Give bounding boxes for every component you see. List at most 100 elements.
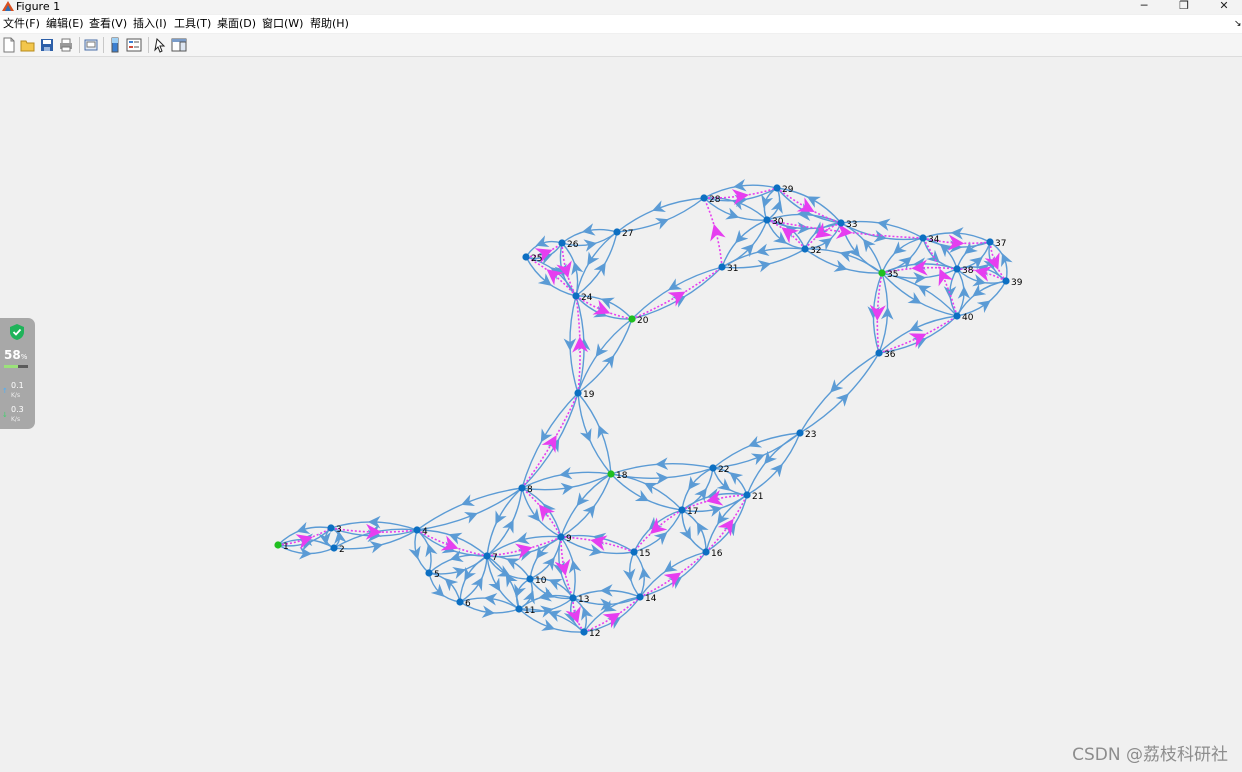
node-label-10: 10 [535, 576, 547, 586]
graph-node-25[interactable] [522, 253, 530, 261]
window-title: Figure 1 [16, 0, 61, 13]
node-label-37: 37 [995, 239, 1006, 249]
graph-node-35[interactable] [878, 269, 886, 277]
edge-31-20 [631, 286, 674, 320]
graph-node-12[interactable] [580, 628, 588, 636]
graph-node-23[interactable] [796, 429, 804, 437]
edge-24-19 [563, 295, 577, 351]
graph-node-40[interactable] [953, 312, 961, 320]
node-label-23: 23 [805, 430, 816, 440]
usage-bar-fill [4, 365, 18, 368]
graph-node-19[interactable] [574, 389, 582, 397]
graph-node-14[interactable] [636, 593, 644, 601]
graph-node-34[interactable] [919, 234, 927, 242]
new-figure-icon[interactable] [1, 37, 17, 53]
edge-13-9 [568, 559, 582, 599]
menu-desktop[interactable]: 桌面(D) [217, 16, 256, 32]
toolbar-separator [79, 37, 80, 53]
graph-node-24[interactable] [572, 292, 580, 300]
graph-node-9[interactable] [557, 533, 565, 541]
property-editor-icon[interactable] [171, 37, 187, 53]
print-preview-icon[interactable] [83, 37, 99, 53]
node-label-34: 34 [928, 235, 940, 245]
edge-16-14 [663, 551, 707, 573]
graph-node-8[interactable] [518, 484, 526, 492]
node-label-40: 40 [962, 313, 974, 323]
legend-icon[interactable] [126, 37, 142, 53]
node-label-32: 32 [810, 246, 821, 256]
graph-node-26[interactable] [558, 239, 566, 247]
edge-9-18 [560, 504, 596, 538]
save-icon[interactable] [39, 37, 55, 53]
matlab-logo-icon [2, 1, 14, 11]
edge-10-7 [506, 558, 531, 580]
minimize-button[interactable]: ─ [1124, 0, 1164, 14]
menu-view[interactable]: 查看(V) [89, 16, 127, 32]
close-button[interactable]: ✕ [1204, 0, 1242, 14]
graph-node-13[interactable] [569, 594, 577, 602]
path-edge-40-34 [938, 268, 958, 317]
menu-edit[interactable]: 编辑(E) [46, 16, 84, 32]
graph-node-22[interactable] [709, 464, 717, 472]
node-label-14: 14 [645, 594, 657, 604]
select-pointer-icon[interactable] [152, 37, 168, 53]
node-label-17: 17 [687, 507, 698, 517]
graph-node-10[interactable] [526, 575, 534, 583]
graph-node-3[interactable] [327, 524, 335, 532]
graph-node-7[interactable] [483, 552, 491, 560]
graph-node-6[interactable] [456, 598, 464, 606]
graph-node-16[interactable] [702, 548, 710, 556]
edge-35-34 [906, 237, 924, 262]
path-edge-9-13 [563, 567, 574, 599]
menu-tools[interactable]: 工具(T) [174, 16, 211, 32]
edge-37-34 [950, 227, 991, 243]
open-file-icon[interactable] [20, 37, 36, 53]
toolbar-separator [103, 37, 104, 53]
edge-18-9 [576, 473, 612, 507]
network-monitor-widget[interactable]: 58% ↑ 0.1 K/s ↓ 0.3 K/s [0, 318, 35, 429]
menu-help[interactable]: 帮助(H) [310, 16, 349, 32]
path-edge-17-15 [650, 509, 683, 535]
toolbar-dock-arrow-icon[interactable]: ↘ [1234, 16, 1242, 32]
restore-button[interactable]: ❐ [1164, 0, 1204, 14]
graph-node-18[interactable] [607, 470, 615, 478]
print-icon[interactable] [58, 37, 74, 53]
network-graph-plot[interactable]: 1 23 45678910111213 1415 1617181920212223242… [0, 57, 1242, 772]
graph-node-21[interactable] [743, 491, 751, 499]
graph-node-39[interactable] [1002, 277, 1010, 285]
graph-node-30[interactable] [763, 216, 771, 224]
edge-21-23 [778, 432, 801, 470]
node-label-12: 12 [589, 629, 600, 639]
graph-node-15[interactable] [630, 548, 638, 556]
download-arrow-icon: ↓ [2, 411, 8, 419]
graph-node-38[interactable] [953, 265, 961, 273]
graph-node-28[interactable] [700, 194, 708, 202]
graph-node-11[interactable] [515, 605, 523, 613]
graph-node-32[interactable] [801, 245, 809, 253]
graph-node-17[interactable] [678, 506, 686, 514]
path-edge-9-8 [538, 504, 562, 538]
graph-node-27[interactable] [613, 228, 621, 236]
menu-window[interactable]: 窗口(W) [262, 16, 303, 32]
graph-node-20[interactable] [628, 315, 636, 323]
graph-node-36[interactable] [875, 349, 883, 357]
menu-insert[interactable]: 插入(I) [133, 16, 167, 32]
graph-node-31[interactable] [718, 263, 726, 271]
graph-node-5[interactable] [425, 569, 433, 577]
graph-node-1[interactable] [274, 541, 282, 549]
node-label-19: 19 [583, 390, 595, 400]
edge-17-22 [702, 467, 714, 494]
graph-node-33[interactable] [837, 219, 845, 227]
graph-node-29[interactable] [773, 184, 781, 192]
edge-23-21 [746, 458, 769, 496]
colorbar-icon[interactable] [107, 37, 123, 53]
menu-file[interactable]: 文件(F) [3, 16, 40, 32]
edge-14-13 [600, 584, 641, 598]
edges-layer [277, 178, 1013, 633]
graph-node-4[interactable] [413, 526, 421, 534]
graph-node-2[interactable] [330, 544, 338, 552]
node-label-29: 29 [782, 185, 794, 195]
graph-node-37[interactable] [986, 238, 994, 246]
node-label-1: 1 [283, 542, 289, 552]
edge-11-7 [486, 555, 510, 580]
